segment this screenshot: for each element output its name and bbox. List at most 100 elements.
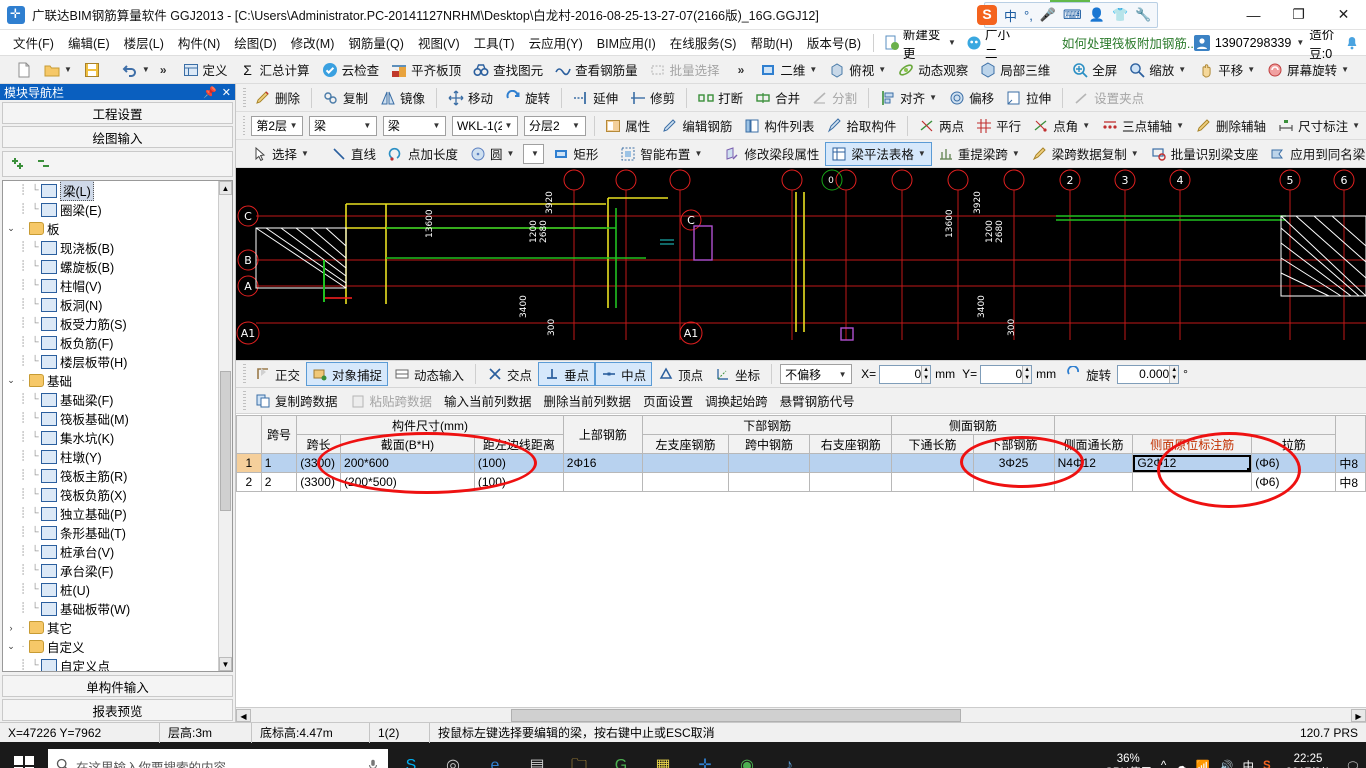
bottom-through-rebar-cell[interactable] [891,472,974,492]
view-rebar-button[interactable]: 查看钢筋量 [549,58,644,82]
scroll-thumb[interactable] [220,371,231,511]
left-edge-distance-cell[interactable]: (100) [473,472,564,492]
trim-button[interactable]: 修剪 [624,86,681,110]
tree-item-4[interactable]: ┊ └ 螺旋板(B) [3,257,218,276]
left-support-rebar-cell[interactable] [642,453,729,473]
row-index-cell[interactable]: 2 [236,472,262,492]
batch-support-button[interactable]: 批量识别梁支座 [1145,142,1265,166]
menu-tools[interactable]: 工具(T) [467,31,522,54]
sogou-logo-icon[interactable]: S [977,5,997,25]
table-column-7[interactable]: 下部钢筋 [972,434,1055,454]
mirror-button[interactable]: 镜像 [374,86,431,110]
paste-span-data-button[interactable]: 粘贴跨数据 [344,389,439,413]
section-bxh-cell[interactable]: 200*600 [340,453,475,473]
menu-online-service[interactable]: 在线服务(S) [663,31,744,54]
table-group-header-1[interactable]: 跨号 [260,415,298,454]
chevron-up-icon[interactable]: ^ [1161,760,1166,768]
sogou-tray-icon[interactable]: S [1263,760,1271,768]
table-column-0[interactable]: 跨长 [296,434,342,454]
hscroll-thumb[interactable] [511,708,961,722]
align-button[interactable]: 对齐 ▼ [874,86,943,110]
taskbar-clock[interactable]: 22:25 2017/8/1 [1280,752,1337,768]
offset-mode-chevron-down-icon[interactable]: ▼ [836,370,849,379]
start-button[interactable] [0,742,48,768]
menu-component[interactable]: 构件(N) [171,31,227,54]
menu-version[interactable]: 版本号(B) [800,31,868,54]
table-column-10[interactable]: 拉筋 [1251,434,1337,454]
menu-bim-apps[interactable]: BIM应用(I) [590,31,663,54]
extend-button[interactable]: 延伸 [567,86,624,110]
cloud-check-button[interactable]: 云检查 [316,58,386,82]
open-chevron-down-icon[interactable]: ▼ [64,65,72,74]
smart-layout-button[interactable]: 智能布置 ▼ [614,142,708,166]
store-icon[interactable]: ▤ [516,742,558,768]
cad-canvas[interactable]: 0 23 45 6 C B A A1 A1 C 3920 3920 1200 2… [236,168,1366,360]
left-edge-distance-cell[interactable]: (100) [473,453,564,473]
bottom-rebar-cell[interactable] [972,472,1055,492]
bottom-rebar-cell[interactable]: 3Φ25 [972,453,1055,473]
tree-item-5[interactable]: ┊ └ 柱帽(V) [3,276,218,295]
toolbar1-overflow-right-icon[interactable]: » [734,63,749,77]
coordinate-snap-toggle[interactable]: 坐标 [709,362,766,386]
save-button[interactable] [78,58,106,82]
side-original-rebar-cell[interactable] [1132,472,1253,492]
draw-empty-combo[interactable]: ▼ [523,143,545,164]
side-through-rebar-cell[interactable] [1053,472,1134,492]
point-length-button[interactable]: 点加长度 [382,142,464,166]
re-extract-span-button[interactable]: 重提梁跨 ▼ [932,142,1026,166]
table-group-header-3[interactable]: 上部钢筋 [562,415,644,454]
tree-item-11[interactable]: ┊ └ 基础梁(F) [3,390,218,409]
menu-draw[interactable]: 绘图(D) [227,31,283,54]
tree-item-10[interactable]: ⌄ · 基础 [3,371,218,390]
table-column-4[interactable]: 跨中钢筋 [727,434,811,454]
component-chevron-down-icon[interactable]: ▼ [502,121,515,130]
undo-chevron-down-icon[interactable]: ▼ [142,65,150,74]
account-phone[interactable]: 13907298339 [1215,36,1291,50]
parallel-button[interactable]: 平行 [970,114,1027,138]
pan-chevron-down-icon[interactable]: ▼ [1247,65,1255,74]
component-combo[interactable]: WKL-1(2) ▼ [451,115,518,136]
tree-item-25[interactable]: ┊ └ 自定义点 [3,656,218,671]
rect-button[interactable]: 矩形 [547,142,604,166]
tree-item-19[interactable]: ┊ └ 桩承台(V) [3,542,218,561]
extra-rebar-cell[interactable]: 中8 [1335,472,1366,492]
delete-current-col-button[interactable]: 删除当前列数据 [538,389,638,413]
hscroll-right-icon[interactable]: ▶ [1351,708,1366,722]
local-3d-button[interactable]: 局部三维 [974,58,1056,82]
select-tool-button[interactable]: 选择 ▼ [246,142,315,166]
edit-beam-segment-button[interactable]: 修改梁段属性 [718,142,825,166]
merge-button[interactable]: 合并 [749,86,806,110]
ggj-icon[interactable]: ✛ [684,742,726,768]
summary-calc-button[interactable]: Σ 汇总计算 [234,58,316,82]
object-snap-toggle[interactable]: 对象捕捉 [306,362,389,386]
dimension-chevron-down-icon[interactable]: ▼ [1352,121,1360,130]
menu-edit[interactable]: 编辑(E) [61,31,117,54]
ime-punctuation-icon[interactable]: °, [1024,8,1033,23]
excel-icon[interactable]: ▦ [642,742,684,768]
two-point-button[interactable]: 两点 [913,114,970,138]
tree-item-24[interactable]: ⌄ · 自定义 [3,637,218,656]
row-index-cell[interactable]: 1 [236,453,262,473]
input-current-col-button[interactable]: 输入当前列数据 [438,389,538,413]
chrome-icon[interactable]: G [600,742,642,768]
screen-rotate-chevron-down-icon[interactable]: ▼ [1341,65,1349,74]
cortana-mic-icon[interactable] [366,757,380,768]
network-icon[interactable]: 📶 [1196,759,1210,768]
offset-button[interactable]: 偏移 [943,86,1000,110]
grid-horizontal-scrollbar[interactable]: ◀ ▶ [236,707,1366,722]
table-toolbar-grip[interactable] [243,390,246,411]
tree-item-17[interactable]: ┊ └ 独立基础(P) [3,504,218,523]
span-length-cell[interactable]: (3300) [296,453,342,473]
notification-bell-icon[interactable] [1344,35,1360,51]
circle-button[interactable]: 圆 ▼ [464,142,520,166]
tree-item-21[interactable]: ┊ └ 桩(U) [3,580,218,599]
component-list-button[interactable]: 构件列表 [738,114,820,138]
account-chevron-down-icon[interactable]: ▼ [1296,38,1304,47]
panel-close-icon[interactable]: ✕ [222,86,231,99]
menu-file[interactable]: 文件(F) [6,31,61,54]
zoom-chevron-down-icon[interactable]: ▼ [1178,65,1186,74]
span-copy-chevron-down-icon[interactable]: ▼ [1131,149,1139,158]
tree-item-22[interactable]: ┊ └ 基础板带(W) [3,599,218,618]
fullscreen-button[interactable]: 全屏 [1066,58,1123,82]
three-point-axis-chevron-down-icon[interactable]: ▼ [1176,121,1184,130]
